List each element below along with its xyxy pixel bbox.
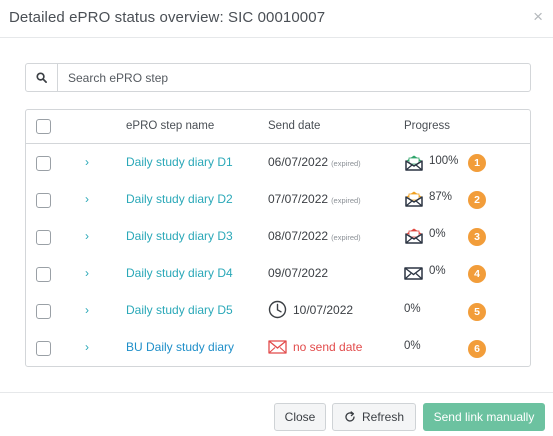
envelope-red-outline-icon — [268, 340, 287, 354]
progress-value: 0% — [429, 265, 446, 277]
column-header-progress: Progress — [404, 120, 451, 132]
column-header-step-name: ePRO step name — [126, 120, 215, 132]
send-date-value: 07/07/2022 — [268, 192, 329, 206]
send-date: 10/07/2022 — [293, 303, 353, 317]
progress-value: 87% — [429, 191, 453, 203]
envelope-open-green-icon — [405, 155, 423, 171]
expired-label: (expired) — [331, 233, 361, 242]
table-row: › Daily study diary D5 10/07/2022 0% 5 — [26, 292, 530, 329]
send-link-manually-button[interactable]: Send link manually — [423, 403, 545, 431]
refresh-label: Refresh — [361, 410, 405, 424]
clock-icon — [268, 300, 287, 319]
close-button[interactable]: Close — [274, 403, 326, 431]
dialog-header: Detailed ePRO status overview: SIC 00010… — [0, 0, 553, 38]
table-row: › BU Daily study diary no send date 0% 6 — [26, 329, 530, 366]
send-date-value: 08/07/2022 — [268, 229, 329, 243]
row-checkbox[interactable] — [36, 267, 51, 282]
refresh-button[interactable]: Refresh — [332, 403, 416, 431]
send-date: 06/07/2022 (expired) — [268, 155, 361, 169]
envelope-open-red-icon — [405, 228, 423, 244]
dialog-footer: Close Refresh Send link manually — [0, 392, 553, 436]
send-date-value: no send date — [293, 340, 363, 354]
table-row: › Daily study diary D3 08/07/2022 (expire… — [26, 218, 530, 255]
step-number-badge: 6 — [468, 340, 486, 358]
send-date: 08/07/2022 (expired) — [268, 229, 361, 243]
step-name-link[interactable]: Daily study diary D3 — [126, 229, 233, 243]
step-number-badge: 2 — [468, 191, 486, 209]
row-checkbox[interactable] — [36, 193, 51, 208]
refresh-icon — [345, 411, 355, 422]
step-name-link[interactable]: BU Daily study diary — [126, 340, 234, 354]
send-date: no send date — [293, 340, 362, 354]
step-number-badge: 3 — [468, 228, 486, 246]
send-date: 09/07/2022 — [268, 266, 328, 280]
epro-steps-table: ePRO step name Send date Progress › Dail… — [25, 109, 531, 367]
send-date-value: 06/07/2022 — [268, 155, 329, 169]
select-all-checkbox[interactable] — [36, 119, 51, 134]
step-number-badge: 1 — [468, 154, 486, 172]
progress-value: 0% — [404, 340, 421, 352]
row-checkbox[interactable] — [36, 304, 51, 319]
expand-row-chevron-icon[interactable]: › — [85, 340, 89, 354]
table-row: › Daily study diary D2 07/07/2022 (expire… — [26, 181, 530, 218]
search-input[interactable] — [58, 64, 530, 91]
envelope-closed-icon — [404, 267, 423, 280]
dialog-title: Detailed ePRO status overview: SIC 00010… — [9, 9, 326, 26]
progress-value: 0% — [429, 228, 446, 240]
search-icon — [36, 72, 47, 83]
send-date: 07/07/2022 (expired) — [268, 192, 361, 206]
table-row: › Daily study diary D1 06/07/2022 (expire… — [26, 144, 530, 181]
step-name-link[interactable]: Daily study diary D2 — [126, 192, 233, 206]
step-name-link[interactable]: Daily study diary D5 — [126, 303, 233, 317]
progress-value: 100% — [429, 155, 459, 167]
row-checkbox[interactable] — [36, 341, 51, 356]
expand-row-chevron-icon[interactable]: › — [85, 266, 89, 280]
expand-row-chevron-icon[interactable]: › — [85, 192, 89, 206]
close-icon[interactable]: × — [533, 8, 543, 25]
search-box — [25, 63, 531, 92]
send-date-value: 09/07/2022 — [268, 266, 329, 280]
epro-status-dialog: Detailed ePRO status overview: SIC 00010… — [0, 0, 553, 436]
row-checkbox[interactable] — [36, 156, 51, 171]
expired-label: (expired) — [331, 159, 361, 168]
search-button[interactable] — [26, 64, 58, 91]
step-number-badge: 5 — [468, 303, 486, 321]
expand-row-chevron-icon[interactable]: › — [85, 155, 89, 169]
column-header-send-date: Send date — [268, 120, 321, 132]
step-name-link[interactable]: Daily study diary D4 — [126, 266, 233, 280]
step-name-link[interactable]: Daily study diary D1 — [126, 155, 233, 169]
table-header: ePRO step name Send date Progress — [26, 110, 530, 144]
step-number-badge: 4 — [468, 265, 486, 283]
table-row: › Daily study diary D4 09/07/2022 0% 4 — [26, 255, 530, 292]
row-checkbox[interactable] — [36, 230, 51, 245]
expand-row-chevron-icon[interactable]: › — [85, 229, 89, 243]
expand-row-chevron-icon[interactable]: › — [85, 303, 89, 317]
send-date-value: 10/07/2022 — [293, 303, 354, 317]
envelope-open-orange-icon — [405, 191, 423, 207]
expired-label: (expired) — [331, 196, 361, 205]
progress-value: 0% — [404, 303, 421, 315]
